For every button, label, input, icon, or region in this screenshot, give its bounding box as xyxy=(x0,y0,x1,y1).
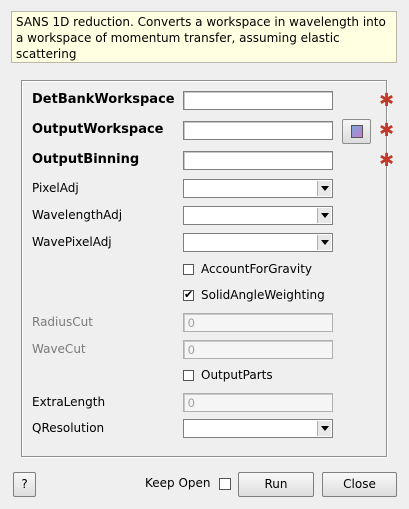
output-parts-checkbox[interactable] xyxy=(183,370,194,381)
row-solid-angle-weighting: ✔ SolidAngleWeighting xyxy=(22,286,386,308)
help-button[interactable]: ? xyxy=(13,472,36,497)
required-icon: ✱ xyxy=(379,90,395,111)
close-button[interactable]: Close xyxy=(322,472,397,497)
keep-open-label: Keep Open xyxy=(145,476,211,490)
wave-cut-input[interactable] xyxy=(183,340,333,359)
row-q-resolution: QResolution xyxy=(22,418,386,440)
output-parts-label[interactable]: OutputParts xyxy=(201,368,273,382)
radius-cut-label: RadiusCut xyxy=(32,315,93,329)
det-bank-workspace-label: DetBankWorkspace xyxy=(32,92,175,107)
row-det-bank-workspace: DetBankWorkspace ✱ xyxy=(22,90,394,112)
solid-angle-weighting-checkbox[interactable]: ✔ xyxy=(183,288,194,301)
wavelength-adj-label: WavelengthAdj xyxy=(32,208,123,222)
output-workspace-input[interactable] xyxy=(183,121,333,140)
row-extra-length: ExtraLength xyxy=(22,392,386,414)
account-for-gravity-label[interactable]: AccountForGravity xyxy=(201,262,312,276)
output-binning-input[interactable] xyxy=(183,151,333,170)
account-for-gravity-checkbox[interactable] xyxy=(183,264,194,275)
extra-length-input[interactable] xyxy=(183,393,333,412)
row-output-binning: OutputBinning ✱ xyxy=(22,150,394,172)
solid-angle-weighting-label[interactable]: SolidAngleWeighting xyxy=(201,288,325,302)
wave-pixel-adj-dropdown[interactable] xyxy=(183,233,333,252)
row-output-parts: OutputParts xyxy=(22,366,386,388)
chevron-down-icon[interactable] xyxy=(317,181,331,196)
wave-pixel-adj-label: WavePixelAdj xyxy=(32,235,112,249)
row-output-workspace: OutputWorkspace ✱ xyxy=(22,119,394,144)
row-account-for-gravity: AccountForGravity xyxy=(22,260,386,282)
q-resolution-label: QResolution xyxy=(32,421,105,435)
required-icon: ✱ xyxy=(379,120,395,141)
row-wavelength-adj: WavelengthAdj xyxy=(22,205,386,227)
checkmark-icon: ✔ xyxy=(184,288,194,301)
run-button[interactable]: Run xyxy=(238,472,314,497)
keep-open-checkbox[interactable] xyxy=(219,478,231,490)
pixel-adj-dropdown[interactable] xyxy=(183,179,333,198)
radius-cut-input[interactable] xyxy=(183,313,333,332)
algorithm-description: SANS 1D reduction. Converts a workspace … xyxy=(11,11,397,63)
required-icon: ✱ xyxy=(379,150,395,171)
chevron-down-icon[interactable] xyxy=(317,235,331,250)
wavelength-adj-dropdown[interactable] xyxy=(183,206,333,225)
pixel-adj-label: PixelAdj xyxy=(32,181,79,195)
extra-length-label: ExtraLength xyxy=(32,395,106,409)
chevron-down-icon[interactable] xyxy=(317,421,331,436)
row-wave-pixel-adj: WavePixelAdj xyxy=(22,232,386,254)
output-binning-label: OutputBinning xyxy=(32,152,140,167)
row-wave-cut: WaveCut xyxy=(22,339,386,361)
row-pixel-adj: PixelAdj xyxy=(22,178,386,200)
chevron-down-icon[interactable] xyxy=(317,208,331,223)
wave-cut-label: WaveCut xyxy=(32,342,86,356)
det-bank-workspace-input[interactable] xyxy=(183,91,333,110)
workspace-browse-icon xyxy=(351,125,363,138)
output-workspace-label: OutputWorkspace xyxy=(32,122,164,137)
row-radius-cut: RadiusCut xyxy=(22,312,386,334)
properties-panel: DetBankWorkspace ✱ OutputWorkspace ✱ Out… xyxy=(21,80,394,457)
browse-workspace-button[interactable] xyxy=(342,119,371,144)
q-resolution-dropdown[interactable] xyxy=(183,419,333,438)
